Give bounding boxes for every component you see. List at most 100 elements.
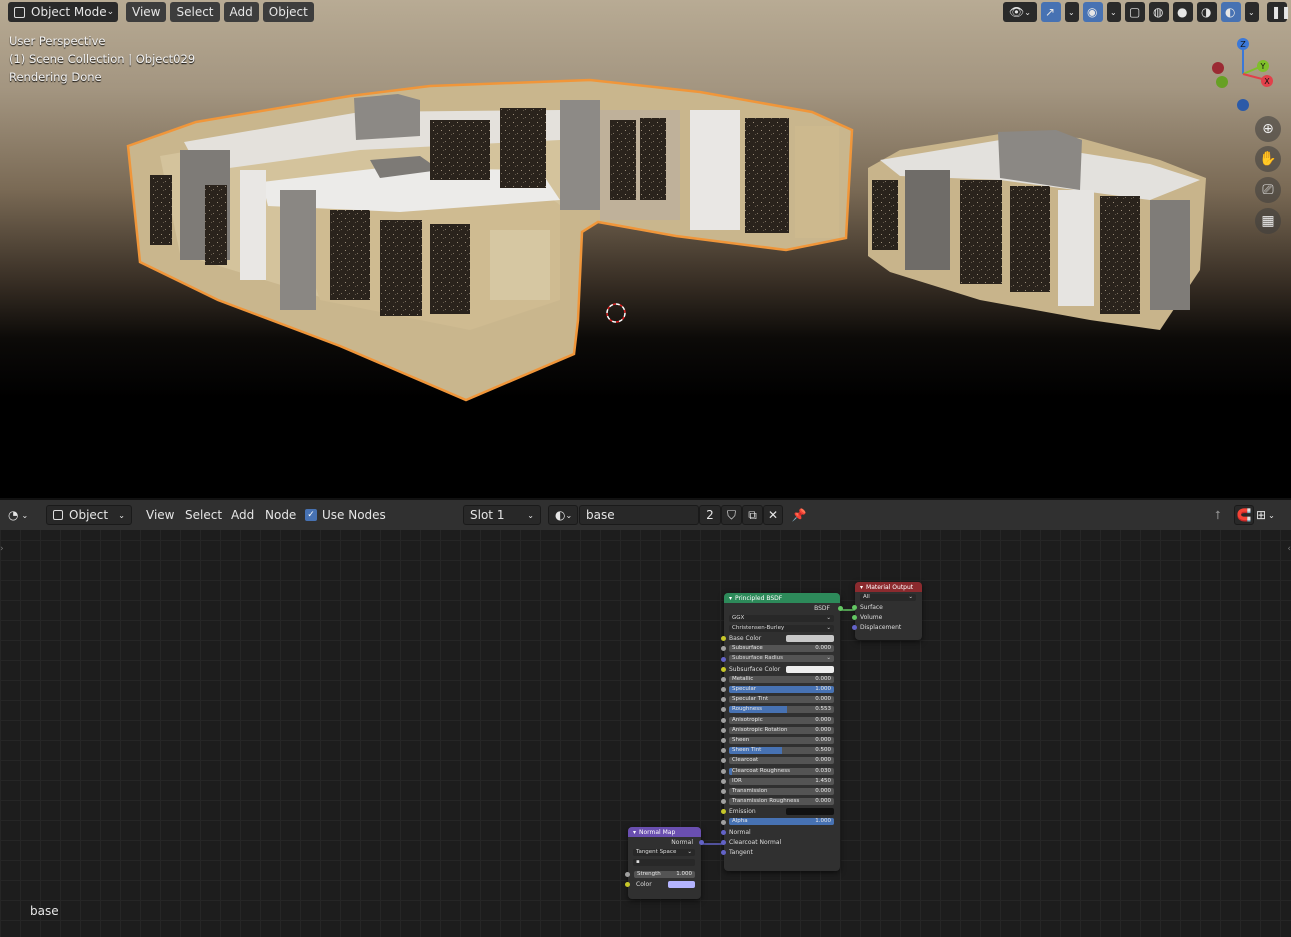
uv-map-field[interactable]: ▪ [633, 858, 695, 866]
xray-toggle[interactable]: ▢ [1125, 2, 1145, 22]
menu-add[interactable]: Add [223, 2, 259, 22]
color-swatch[interactable] [786, 808, 834, 816]
principled-bsdf-node[interactable]: ▾ Principled BSDF BSDF GGX ⌄ Christensen-B… [721, 593, 843, 871]
input-socket[interactable] [721, 666, 726, 672]
distribution-dropdown[interactable]: GGX ⌄ [729, 614, 834, 622]
pause-render-button[interactable]: ❚❚ [1267, 2, 1291, 22]
shading-solid[interactable]: ● [1173, 2, 1193, 22]
input-socket[interactable] [721, 727, 726, 733]
color-swatch[interactable] [786, 665, 834, 673]
input-socket[interactable] [721, 707, 726, 713]
input-socket[interactable] [721, 717, 726, 723]
value-slider[interactable]: Clearcoat 0.000 [729, 757, 834, 765]
shading-dropdown[interactable]: ⌄ [1245, 2, 1259, 22]
value-slider[interactable]: Anisotropic 0.000 [729, 716, 834, 724]
input-socket[interactable] [721, 738, 726, 744]
input-socket[interactable] [721, 636, 726, 642]
color-row: Color [625, 880, 701, 890]
gizmo-toggle[interactable]: ↗ [1041, 2, 1061, 22]
navigation-gizmo[interactable]: Z Y X [1212, 38, 1273, 111]
bsdf-input-row: Clearcoat Normal [721, 837, 840, 847]
value-slider[interactable]: Metallic 0.000 [729, 675, 834, 683]
input-socket[interactable] [721, 656, 726, 662]
output-target-dropdown[interactable]: All ⌄ [860, 593, 916, 601]
input-socket[interactable] [721, 758, 726, 764]
input-socket[interactable] [721, 697, 726, 703]
value-slider[interactable]: Sheen Tint 0.500 [729, 747, 834, 755]
value-slider[interactable]: Sheen 0.000 [729, 736, 834, 744]
input-socket[interactable] [721, 829, 726, 835]
normal-output-socket[interactable] [699, 839, 704, 845]
color-swatch[interactable] [668, 881, 695, 889]
vector-dropdown[interactable]: Subsurface Radius ⌄ [729, 655, 834, 663]
displacement-input-row: Displacement [852, 623, 922, 633]
value-slider[interactable]: Specular Tint 0.000 [729, 696, 834, 704]
shading-material[interactable]: ◑ [1197, 2, 1217, 22]
input-socket[interactable] [721, 676, 726, 682]
gizmo-dropdown[interactable]: ⌄ [1065, 2, 1079, 22]
visibility-dropdown[interactable]: 👁 ⌄ [1003, 2, 1037, 22]
zoom-icon[interactable]: ⊕ [1255, 116, 1281, 142]
value-slider[interactable]: Anisotropic Rotation 0.000 [729, 726, 834, 734]
camera-icon[interactable]: ⎚ [1255, 177, 1281, 203]
menu-select[interactable]: Select [170, 2, 220, 22]
input-socket[interactable] [721, 788, 726, 794]
material-output-node[interactable]: ▾ Material Output All ⌄ Surface Volume Dis… [852, 582, 922, 640]
value-slider[interactable]: Alpha 1.000 [729, 818, 834, 826]
normal-map-header[interactable]: ▾ Normal Map [628, 827, 701, 837]
bsdf-input-row: Clearcoat 0.000 [721, 756, 840, 766]
hand-pan-icon[interactable]: ✋ [1255, 146, 1281, 172]
input-socket[interactable] [721, 687, 726, 693]
mode-selector[interactable]: Object Mode ⌄ [8, 2, 118, 22]
3d-viewport[interactable]: Z Y X Object Mode ⌄ View Select Add Obje… [0, 0, 1291, 498]
input-socket[interactable] [721, 778, 726, 784]
value-slider[interactable]: Transmission 0.000 [729, 787, 834, 795]
selected-building-complex[interactable] [126, 78, 854, 402]
value-slider[interactable]: Transmission Roughness 0.000 [729, 798, 834, 806]
value-slider[interactable]: IOR 1.450 [729, 777, 834, 785]
3d-cursor-icon[interactable] [606, 303, 626, 323]
menu-object[interactable]: Object [262, 2, 314, 22]
chevron-down-icon: ⌄ [1110, 7, 1117, 17]
color-swatch[interactable] [786, 635, 834, 643]
overlays-toggle[interactable]: ◉ [1083, 2, 1103, 22]
subsurface-method-dropdown[interactable]: Christensen-Burley ⌄ [729, 624, 834, 632]
input-socket[interactable] [721, 799, 726, 805]
input-label: Normal [729, 828, 751, 836]
menu-view[interactable]: View [126, 2, 167, 22]
value-slider[interactable]: Specular 1.000 [729, 686, 834, 693]
grid-perspective-icon[interactable]: ▦ [1255, 208, 1281, 234]
input-socket[interactable] [721, 646, 726, 652]
displacement-socket[interactable] [852, 625, 857, 631]
input-socket[interactable] [721, 748, 726, 754]
value-slider[interactable]: Roughness 0.553 [729, 706, 834, 714]
value-slider[interactable]: Subsurface 0.000 [729, 645, 834, 653]
shading-rendered[interactable]: ◐ [1221, 2, 1241, 22]
shading-wireframe[interactable]: ◍ [1149, 2, 1169, 22]
chevron-down-icon: ⌄ [826, 655, 831, 662]
input-socket[interactable] [721, 809, 726, 815]
color-socket[interactable] [625, 882, 630, 888]
space-row: Tangent Space ⌄ [628, 847, 701, 857]
overlays-dropdown[interactable]: ⌄ [1107, 2, 1121, 22]
normal-map-node[interactable]: ▾ Normal Map Normal Tangent Space ⌄ ▪ Stre… [625, 827, 704, 899]
bsdf-input-row: Transmission 0.000 [721, 786, 840, 796]
material-sphere-icon: ◑ [1201, 5, 1212, 19]
building-right[interactable] [868, 130, 1206, 330]
input-label: Subsurface Color [729, 665, 781, 673]
chevron-down-icon: ⌄ [1248, 7, 1255, 17]
material-output-header[interactable]: ▾ Material Output [855, 582, 922, 592]
value-slider[interactable]: Clearcoat Roughness 0.030 [729, 767, 834, 775]
surface-socket[interactable] [852, 604, 857, 610]
input-socket[interactable] [721, 839, 726, 845]
strength-socket[interactable] [625, 872, 630, 878]
bsdf-output-socket[interactable] [838, 605, 843, 611]
input-socket[interactable] [721, 819, 726, 825]
shader-editor[interactable]: ◔ ⌄ Object ⌄ View Select Add Node ✓ Use N… [0, 498, 1291, 937]
input-socket[interactable] [721, 850, 726, 856]
input-socket[interactable] [721, 768, 726, 774]
principled-bsdf-header[interactable]: ▾ Principled BSDF [724, 593, 840, 603]
strength-slider[interactable]: Strength 1.000 [634, 871, 695, 879]
space-dropdown[interactable]: Tangent Space ⌄ [633, 848, 695, 856]
volume-socket[interactable] [852, 614, 857, 620]
